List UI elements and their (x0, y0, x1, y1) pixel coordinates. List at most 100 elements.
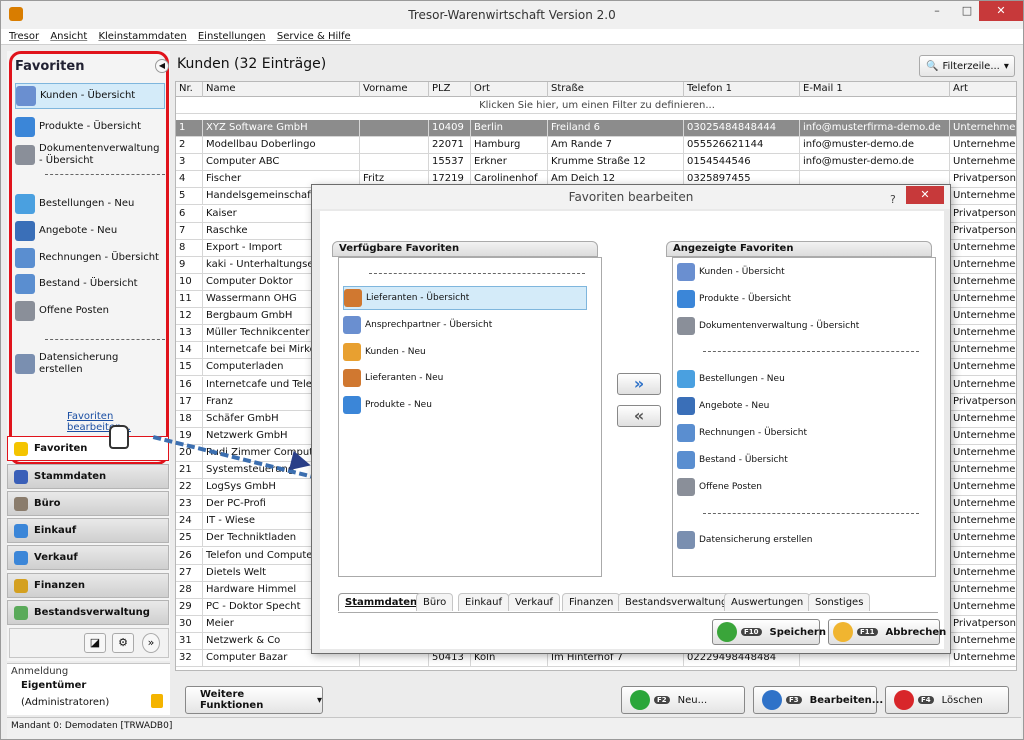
filter-row-button[interactable]: 🔍 Filterzeile... ▾ (919, 55, 1015, 77)
available-favorite-item[interactable]: Lieferanten - Neu (343, 366, 587, 390)
nav-label: Favoriten (34, 443, 88, 454)
table-row[interactable]: 1 XYZ Software GmbH 10409 Berlin Freiland 60… (176, 120, 1016, 137)
table-cell: Unternehmen (950, 548, 1016, 565)
table-cell: 24 (176, 513, 203, 531)
favorite-item[interactable]: Produkte - Übersicht (15, 114, 165, 140)
available-favorites-list[interactable]: Lieferanten - Übersicht Ansprechpartner -… (338, 257, 602, 577)
menu-ansicht[interactable]: Ansicht (50, 29, 87, 44)
nav-einkauf[interactable]: Einkauf (7, 518, 169, 543)
column-header[interactable]: Ort (471, 82, 548, 97)
tab-sonstiges[interactable]: Sonstiges (808, 593, 871, 611)
tab-einkauf[interactable]: Einkauf (458, 593, 510, 611)
table-cell: 29 (176, 598, 203, 616)
nav-favoriten[interactable]: Favoriten (7, 436, 169, 461)
tab-verkauf[interactable]: Verkauf (508, 593, 560, 611)
add-favorite-button[interactable]: » (617, 373, 661, 395)
menu-bar: Tresor Ansicht Kleinstammdaten Einstellu… (1, 29, 1023, 45)
tab-auswertungen[interactable]: Auswertungen (724, 593, 811, 611)
favorite-item[interactable]: Offene Posten (15, 298, 165, 324)
product-icon (15, 117, 35, 137)
tab-finanzen[interactable]: Finanzen (562, 593, 621, 611)
cancel-button[interactable]: F11 Abbrechen (828, 619, 946, 645)
shown-favorite-item[interactable]: Kunden - Übersicht (677, 260, 921, 284)
delete-button[interactable]: F4 Löschen (885, 686, 1009, 714)
menu-service-hilfe[interactable]: Service & Hilfe (277, 29, 351, 44)
menu-kleinstammdaten[interactable]: Kleinstammdaten (98, 29, 186, 44)
save-button[interactable]: F10 Speichern (712, 619, 826, 645)
shown-favorite-item[interactable]: Datensicherung erstellen (677, 528, 921, 552)
login-label: Anmeldung (11, 666, 69, 677)
column-header[interactable]: Telefon 1 (684, 82, 800, 97)
new-button[interactable]: F2 Neu... (621, 686, 745, 714)
supplier-icon (344, 289, 362, 307)
shown-favorite-label: Datensicherung erstellen (699, 535, 813, 545)
tab-stammdaten[interactable]: Stammdaten (338, 593, 425, 611)
check-icon (717, 622, 737, 642)
settings-icon[interactable]: ⚙ (112, 633, 134, 653)
nav-bestandsverwaltung[interactable]: Bestandsverwaltung (7, 600, 169, 625)
available-favorite-item[interactable]: Produkte - Neu (343, 393, 587, 417)
edit-button[interactable]: F3 Bearbeiten... (753, 686, 883, 714)
shown-favorite-item[interactable]: Produkte - Übersicht (677, 287, 921, 311)
remove-favorite-button[interactable]: « (617, 405, 661, 427)
menu-einstellungen[interactable]: Einstellungen (198, 29, 266, 44)
shown-favorite-item[interactable]: Angebote - Neu (677, 394, 921, 418)
more-functions-button[interactable]: Weitere Funktionen ▾ (185, 686, 323, 714)
favorite-item[interactable]: Rechnungen - Übersicht (15, 245, 165, 271)
available-favorite-item[interactable]: Ansprechpartner - Übersicht (343, 313, 587, 337)
status-bar: Mandant 0: Demodaten [TRWADB0] (7, 717, 1021, 739)
nav-buero[interactable]: Büro (7, 491, 169, 516)
tab-bestandsverwaltung[interactable]: Bestandsverwaltung (618, 593, 735, 611)
collapse-icon[interactable]: ◀ (155, 59, 169, 73)
favorite-item[interactable]: Bestellungen - Neu (15, 191, 165, 217)
table-cell: 31 (176, 633, 203, 650)
more-icon[interactable]: » (142, 633, 160, 653)
table-row[interactable]: 2 Modellbau Doberlingo 22071 Hamburg Am Rand… (176, 137, 1016, 155)
lock-icon[interactable] (151, 694, 163, 708)
shown-favorites-list[interactable]: Kunden - Übersicht Produkte - Übersicht Do… (672, 257, 936, 577)
filter-hint-row[interactable]: Klicken Sie hier, um einen Filter zu def… (176, 97, 1016, 114)
shown-favorite-item[interactable]: Rechnungen - Übersicht (677, 421, 921, 445)
tab-büro[interactable]: Büro (416, 593, 454, 611)
table-cell: Privatperson (950, 223, 1016, 240)
nav-verkauf[interactable]: Verkauf (7, 545, 169, 570)
page-title: Kunden (32 Einträge) (177, 56, 327, 72)
customer-new-icon (343, 342, 361, 361)
dialog-body: Verfügbare Favoriten Lieferanten - Übers… (320, 211, 946, 649)
table-row[interactable]: 3 Computer ABC 15537 Erkner Krumme Straße 12… (176, 154, 1016, 172)
minimize-button[interactable]: – (923, 1, 951, 21)
shown-favorite-label: Offene Posten (699, 482, 762, 492)
column-header[interactable]: Name (203, 82, 360, 97)
favorite-item[interactable]: Kunden - Übersicht (15, 83, 165, 109)
shown-favorite-item[interactable]: Offene Posten (677, 475, 921, 499)
favorite-item[interactable]: Datensicherung erstellen (15, 351, 165, 377)
column-header[interactable]: Nr. (176, 82, 203, 97)
column-header[interactable]: Art (950, 82, 1016, 97)
maximize-button[interactable]: □ (953, 1, 981, 21)
shown-favorite-item[interactable]: Bestand - Übersicht (677, 448, 921, 472)
product-new-icon (343, 396, 361, 415)
available-favorite-item[interactable]: Kunden - Neu (343, 340, 587, 364)
menu-tresor[interactable]: Tresor (9, 29, 39, 44)
nav-finanzen[interactable]: Finanzen (7, 573, 169, 598)
favorite-item[interactable]: Angebote - Neu (15, 218, 165, 244)
table-cell: Unternehmen (950, 633, 1016, 650)
column-header[interactable]: Vorname (360, 82, 429, 97)
shown-favorite-item[interactable]: Bestellungen - Neu (677, 367, 921, 391)
help-button[interactable]: ? (890, 188, 896, 212)
shown-favorite-item[interactable]: Dokumentenverwaltung - Übersicht (677, 314, 921, 338)
table-cell: Unternehmen (950, 325, 1016, 342)
dialog-close-button[interactable]: ✕ (906, 186, 944, 204)
table-cell: 14 (176, 342, 203, 360)
chevron-down-icon: ▾ (1003, 60, 1009, 72)
column-header[interactable]: E-Mail 1 (800, 82, 950, 97)
column-header[interactable]: Straße (548, 82, 684, 97)
table-cell: 28 (176, 581, 203, 599)
available-favorite-item[interactable]: Lieferanten - Übersicht (343, 286, 587, 310)
close-button[interactable]: ✕ (979, 1, 1023, 21)
nav-stammdaten[interactable]: Stammdaten (7, 464, 169, 489)
column-header[interactable]: PLZ (429, 82, 471, 97)
chart-icon[interactable]: ◪ (84, 633, 106, 653)
available-favorite-label: Lieferanten - Neu (365, 373, 444, 384)
favorite-item[interactable]: Bestand - Übersicht (15, 271, 165, 297)
